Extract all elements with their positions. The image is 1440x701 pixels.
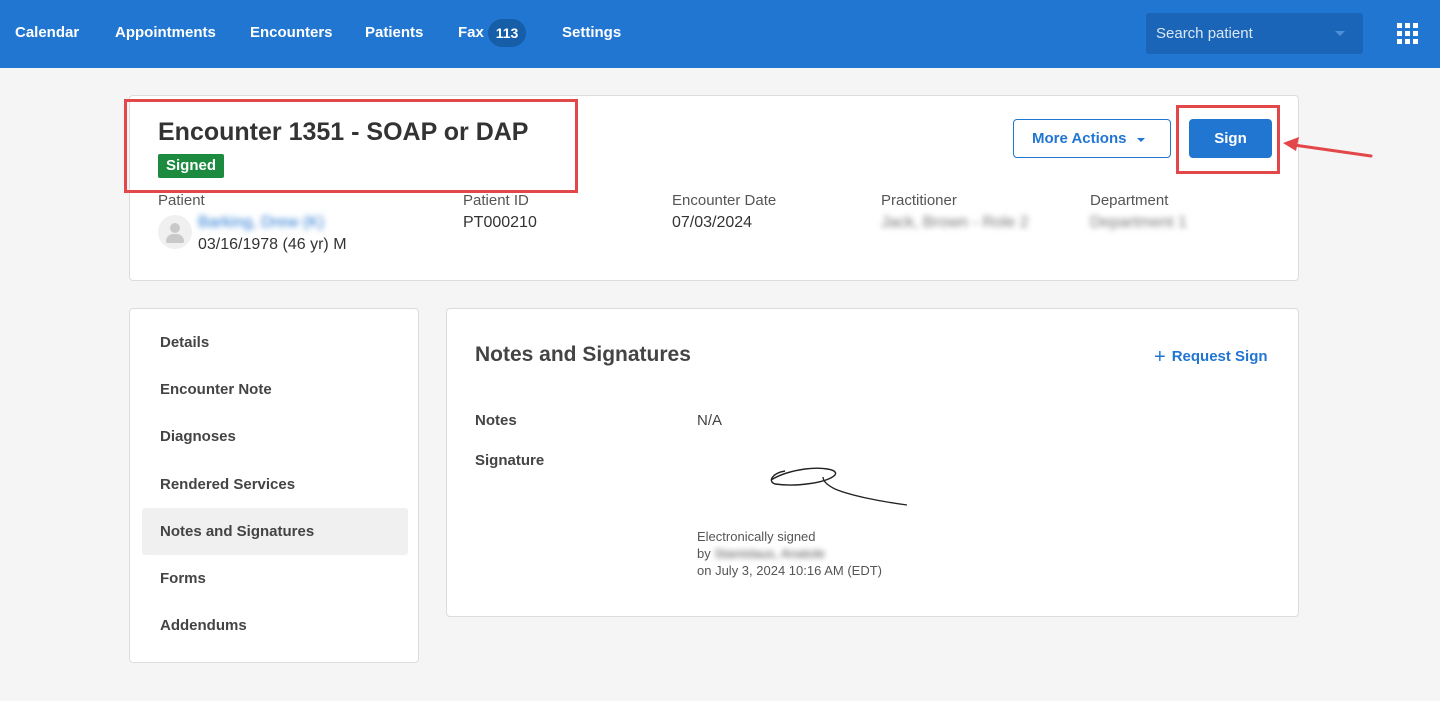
patient-id-label: Patient ID xyxy=(463,192,529,209)
sidebar-item-encounter-note[interactable]: Encounter Note xyxy=(142,366,408,413)
more-actions-label: More Actions xyxy=(1032,130,1127,147)
notes-value: N/A xyxy=(697,412,723,429)
request-sign-label: Request Sign xyxy=(1171,348,1268,365)
signed-line: Electronically signed xyxy=(697,529,816,544)
practitioner-value: Jack, Brown - Role 2 xyxy=(881,214,1029,231)
top-nav-bar: Calendar Appointments Encounters Patient… xyxy=(0,0,1440,68)
notes-signatures-card: Notes and Signatures + Request Sign Notes… xyxy=(446,308,1299,617)
nav-settings[interactable]: Settings xyxy=(562,24,621,41)
status-badge: Signed xyxy=(158,154,225,178)
signer-name: Stanislaus, Anatole xyxy=(714,546,825,561)
nav-appointments[interactable]: Appointments xyxy=(115,24,216,41)
patient-id-value: PT000210 xyxy=(463,214,537,231)
signature-label: Signature xyxy=(475,452,545,469)
encounter-header-card: Encounter 1351 - SOAP or DAP Signed More… xyxy=(124,95,1299,281)
notes-label: Notes xyxy=(475,412,517,429)
patient-label: Patient xyxy=(158,192,205,209)
section-title: Notes and Signatures xyxy=(475,343,691,366)
patient-search-input[interactable] xyxy=(1146,13,1336,54)
sidebar-item-notes-and-signatures[interactable]: Notes and Signatures xyxy=(142,508,408,555)
patient-search[interactable] xyxy=(1146,13,1363,54)
more-actions-button[interactable]: More Actions xyxy=(1013,119,1171,158)
nav-patients[interactable]: Patients xyxy=(365,24,423,41)
patient-dob: 03/16/1978 (46 yr) M xyxy=(198,236,347,253)
fax-count-badge: 113 xyxy=(488,19,526,47)
signed-by-line: by Stanislaus, Anatole xyxy=(697,546,825,561)
nav-fax[interactable]: Fax xyxy=(458,24,484,41)
signature-image xyxy=(770,467,908,506)
encounter-date-value: 07/03/2024 xyxy=(672,214,753,231)
page-title: Encounter 1351 - SOAP or DAP xyxy=(158,118,529,146)
request-sign-button[interactable]: + Request Sign xyxy=(1154,346,1268,369)
sidebar-item-details[interactable]: Details xyxy=(142,319,408,366)
chevron-down-icon[interactable] xyxy=(1335,31,1345,36)
grid-icon[interactable] xyxy=(1397,23,1418,44)
sidebar-item-diagnoses[interactable]: Diagnoses xyxy=(142,413,408,460)
avatar xyxy=(158,215,192,249)
patient-name-link[interactable]: Barking, Drew (K) xyxy=(198,214,324,232)
sidebar-item-rendered-services[interactable]: Rendered Services xyxy=(142,461,408,508)
chevron-down-icon xyxy=(1137,138,1145,142)
nav-calendar[interactable]: Calendar xyxy=(15,24,79,41)
arrow-icon xyxy=(1283,137,1373,158)
encounter-date-label: Encounter Date xyxy=(672,192,777,209)
practitioner-label: Practitioner xyxy=(881,192,957,209)
nav-encounters[interactable]: Encounters xyxy=(250,24,333,41)
sign-button[interactable]: Sign xyxy=(1189,119,1272,158)
sidebar-item-addendums[interactable]: Addendums xyxy=(142,602,408,649)
plus-icon: + xyxy=(1154,346,1166,368)
encounter-sidebar: Details Encounter Note Diagnoses Rendere… xyxy=(129,308,419,663)
signed-by-prefix: by xyxy=(697,546,711,561)
department-label: Department xyxy=(1090,192,1169,209)
department-value: Department 1 xyxy=(1090,214,1187,231)
sidebar-item-forms[interactable]: Forms xyxy=(142,555,408,602)
signed-on-line: on July 3, 2024 10:16 AM (EDT) xyxy=(697,563,882,578)
